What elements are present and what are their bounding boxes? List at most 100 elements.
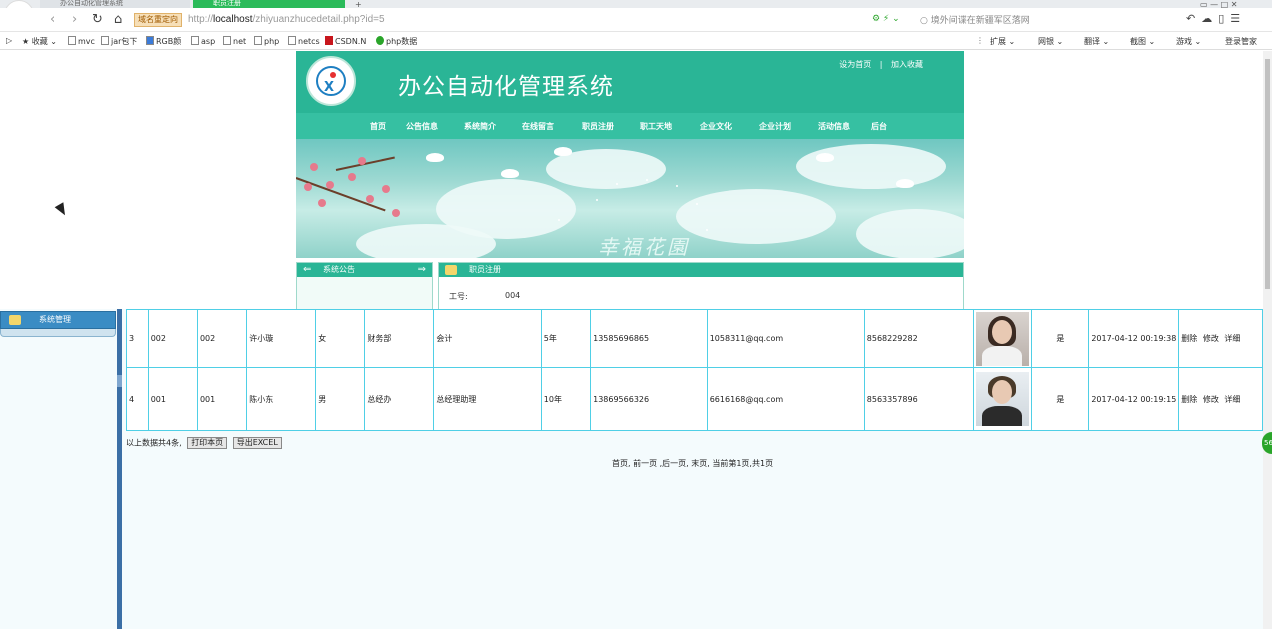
cell-dept: 财务部 — [364, 309, 435, 368]
export-excel-button[interactable]: 导出EXCEL — [232, 437, 282, 449]
redirect-badge[interactable]: 域名重定向 — [134, 13, 182, 27]
employee-id-value: 004 — [505, 291, 521, 300]
login-manager-button[interactable]: 登录管家 — [1225, 36, 1257, 47]
bookmark-php[interactable]: php — [254, 36, 279, 46]
delete-link[interactable]: 删除 — [1181, 395, 1197, 404]
table-summary: 以上数据共4条, 打印本页 导出EXCEL — [126, 437, 282, 449]
cell-phone: 13869566326 — [590, 367, 708, 431]
cell-approved: 是 — [1031, 309, 1090, 368]
cell-email: 6616168@qq.com — [706, 367, 865, 431]
menu-messages[interactable]: 在线留言 — [522, 121, 554, 132]
cell-phone: 13585696865 — [590, 309, 708, 368]
bookmark-net[interactable]: net — [223, 36, 246, 46]
top-links: 设为首页 | 加入收藏 — [836, 59, 926, 70]
translate-button[interactable]: 翻译 ⌄ — [1084, 36, 1109, 47]
sidebar-tab-bottom — [0, 329, 116, 337]
cell-ops: 删除 修改 详细 — [1178, 309, 1263, 368]
reload-icon[interactable]: ↻ — [92, 12, 103, 27]
print-page-button[interactable]: 打印本页 — [187, 437, 228, 449]
cell-years: 5年 — [540, 309, 592, 368]
staff-photo[interactable] — [976, 372, 1030, 426]
sidebar-toggle-icon[interactable]: ▷ — [6, 36, 12, 45]
detail-link[interactable]: 详细 — [1224, 395, 1240, 404]
pagination[interactable]: 首页, 前一页 ,后一页, 末页, 当前第1页,共1页 — [612, 458, 773, 469]
search-icon: ○ — [920, 16, 928, 26]
page-icon — [288, 36, 296, 45]
menu-notices[interactable]: 公告信息 — [406, 121, 438, 132]
bookmark-mvc[interactable]: mvc — [68, 36, 95, 46]
top-links-separator: | — [879, 60, 883, 69]
games-button[interactable]: 游戏 ⌄ — [1176, 36, 1201, 47]
page-icon — [68, 36, 76, 45]
cell-code: 001 — [196, 367, 248, 431]
search-input[interactable]: ○ 境外间谍在新疆军区落网 — [920, 13, 1175, 27]
menu-staff[interactable]: 职工天地 — [640, 121, 672, 132]
bookmark-asp[interactable]: asp — [191, 36, 215, 46]
tab-oa-system[interactable]: 办公自动化管理系统 — [40, 0, 190, 8]
folder-icon — [9, 315, 21, 325]
detail-link[interactable]: 详细 — [1224, 334, 1240, 343]
menu-plans[interactable]: 企业计划 — [759, 121, 791, 132]
folder-icon — [445, 265, 457, 275]
header-banner: 幸福花園 — [296, 139, 964, 258]
bookmark-rgb[interactable]: RGB颜 — [146, 36, 181, 47]
cell-id: 001 — [147, 367, 198, 431]
cell-dept: 总经办 — [364, 367, 435, 431]
page-scrollbar[interactable] — [1263, 51, 1272, 629]
delete-link[interactable]: 删除 — [1181, 334, 1197, 343]
cell-name: 陈小东 — [246, 367, 317, 431]
record-count: 以上数据共4条, — [126, 438, 182, 448]
cell-id: 002 — [147, 309, 198, 368]
cell-years: 10年 — [540, 367, 592, 431]
forward-icon[interactable]: › — [72, 12, 77, 27]
back-icon[interactable]: ‹ — [50, 12, 55, 27]
site-logo-icon: X — [306, 56, 356, 106]
address-bar[interactable]: http://localhost/zhiyuanzhucedetail.php?… — [188, 14, 385, 25]
bookmark-netcs[interactable]: netcs — [288, 36, 320, 46]
security-icon[interactable]: ⚙ ⚡ ⌄ — [872, 14, 900, 24]
add-favorite-link[interactable]: 加入收藏 — [891, 60, 923, 69]
menu-home[interactable]: 首页 — [370, 121, 386, 132]
notice-header: ⇐ 系统公告 ⇒ — [297, 263, 432, 277]
url-host: localhost — [213, 14, 253, 25]
cell-index: 4 — [126, 367, 149, 431]
toolbar-right-icons[interactable]: ↶☁▯☰ — [1186, 12, 1246, 25]
page-icon — [254, 36, 262, 45]
register-panel: 职员注册 工号: 004 — [438, 262, 964, 310]
cell-photo — [973, 367, 1033, 431]
bookmark-php-data[interactable]: php数据 — [376, 36, 417, 47]
cell-time: 2017-04-12 00:19:38 — [1088, 309, 1180, 368]
cell-index: 3 — [126, 309, 149, 368]
home-icon[interactable]: ⌂ — [114, 12, 122, 27]
bookmarks-bar: ▷ ★ 收藏 ⌄ mvc jar包下 RGB颜 asp net php netc… — [0, 33, 1272, 50]
page-icon — [191, 36, 199, 45]
menu-register[interactable]: 职员注册 — [582, 121, 614, 132]
sidebar-item-system-admin[interactable]: 系统管理 — [0, 311, 116, 329]
browser-tab-strip: 办公自动化管理系统 职员注册 + ▭ — □ ✕ — [0, 0, 1272, 9]
banner-caption: 幸福花園 — [598, 235, 690, 258]
sidebar-item-label: 系统管理 — [39, 315, 71, 324]
edit-link[interactable]: 修改 — [1203, 334, 1219, 343]
bookmark-csdn[interactable]: CSDN.N — [325, 36, 366, 46]
main-menu: 首页 公告信息 系统简介 在线留言 职员注册 职工天地 企业文化 企业计划 活动… — [296, 113, 964, 139]
bookmark-favorites[interactable]: ★ 收藏 ⌄ — [22, 36, 57, 47]
collapse-handle-icon[interactable] — [117, 375, 122, 387]
menu-culture[interactable]: 企业文化 — [700, 121, 732, 132]
admin-sidebar: 系统管理 — [0, 309, 117, 629]
extensions-button[interactable]: 扩展 ⌄ — [990, 36, 1015, 47]
frame-splitter[interactable] — [117, 309, 122, 629]
menu-intro[interactable]: 系统简介 — [464, 121, 496, 132]
menu-admin[interactable]: 后台 — [871, 121, 887, 132]
staff-photo[interactable] — [976, 311, 1030, 366]
set-homepage-link[interactable]: 设为首页 — [839, 60, 871, 69]
site-header: X 办公自动化管理系统 设为首页 | 加入收藏 — [296, 51, 964, 113]
more-icon[interactable]: ⋮ — [976, 36, 984, 45]
bookmark-jar[interactable]: jar包下 — [101, 36, 137, 47]
bank-button[interactable]: 网银 ⌄ — [1038, 36, 1063, 47]
scrollbar-thumb[interactable] — [1265, 59, 1270, 289]
menu-activities[interactable]: 活动信息 — [818, 121, 850, 132]
screenshot-button[interactable]: 截图 ⌄ — [1130, 36, 1155, 47]
edit-link[interactable]: 修改 — [1203, 395, 1219, 404]
tab-staff-register[interactable]: 职员注册 — [193, 0, 345, 8]
table-row: 4 001 001 陈小东 男 总经办 总经理助理 10年 1386956632… — [126, 367, 1263, 431]
